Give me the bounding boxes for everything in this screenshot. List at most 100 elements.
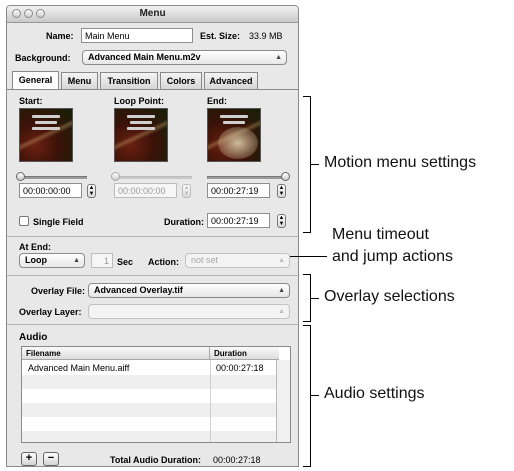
audio-file-table: Filename Duration Advanced Main Menu.aif… — [21, 346, 291, 443]
table-row[interactable]: Advanced Main Menu.aiff 00:00:27:18 — [22, 361, 277, 375]
empty-table-row — [22, 417, 277, 431]
at-end-popup[interactable]: Loop ▲▼ — [19, 253, 85, 268]
menu-item-graphic — [130, 121, 152, 124]
tab-transition[interactable]: Transition — [100, 72, 158, 89]
motion-callout-tick — [311, 164, 319, 165]
duration-stepper[interactable]: ▲ ▼ — [277, 214, 286, 228]
popup-arrows-icon: ▲▼ — [278, 287, 285, 294]
loop-slider-track[interactable] — [114, 176, 192, 179]
table-scrollbar[interactable] — [276, 360, 290, 442]
single-field-checkbox[interactable] — [19, 216, 29, 226]
end-frame-thumbnail — [207, 108, 261, 162]
menu-item-graphic — [32, 127, 60, 130]
name-field[interactable]: Main Menu — [81, 28, 193, 43]
loop-point-label: Loop Point: — [114, 96, 164, 106]
background-popup[interactable]: Advanced Main Menu.m2v ▲▼ — [82, 50, 287, 65]
tab-advanced[interactable]: Advanced — [204, 72, 258, 89]
add-audio-button[interactable]: + — [21, 452, 37, 466]
loop-timecode-stepper[interactable]: ▲ ▼ — [182, 184, 191, 198]
loop-timecode-field[interactable]: 00:00:00:00 — [114, 183, 177, 198]
single-field-label: Single Field — [33, 217, 84, 227]
menu-item-graphic — [32, 115, 60, 118]
duration-column-header[interactable]: Duration — [210, 347, 279, 360]
timeout-callout-line1: Menu timeout — [332, 226, 429, 243]
duration-field[interactable]: 00:00:27:19 — [207, 213, 270, 228]
audio-section-title: Audio — [19, 332, 48, 343]
audio-bracket — [303, 325, 311, 467]
seconds-label: Sec — [117, 257, 134, 267]
start-label: Start: — [19, 96, 43, 106]
overlay-layer-popup[interactable]: ▲▼ — [88, 304, 290, 319]
loop-point-frame-thumbnail — [114, 108, 168, 162]
start-frame-thumbnail — [19, 108, 73, 162]
empty-table-row — [22, 431, 277, 442]
start-slider-knob[interactable] — [16, 172, 25, 181]
end-timecode-stepper[interactable]: ▲ ▼ — [277, 184, 286, 198]
start-timecode-field[interactable]: 00:00:00:00 — [19, 183, 82, 198]
audio-filename-cell: Advanced Main Menu.aiff — [28, 363, 130, 373]
tab-colors[interactable]: Colors — [160, 72, 202, 89]
name-label: Name: — [46, 31, 74, 41]
empty-table-row — [22, 375, 277, 389]
audio-callout: Audio settings — [324, 385, 425, 402]
menu-item-graphic — [220, 115, 248, 118]
audio-duration-cell: 00:00:27:18 — [216, 363, 264, 373]
start-slider-track[interactable] — [19, 176, 87, 179]
end-slider-knob[interactable] — [281, 172, 290, 181]
remove-audio-button[interactable]: − — [43, 452, 59, 466]
menu-inspector-window: Menu Name: Main Menu Est. Size: 33.9 MB … — [6, 5, 299, 467]
tab-menu[interactable]: Menu — [61, 72, 98, 89]
audio-callout-tick — [311, 395, 319, 396]
section-divider — [7, 236, 298, 237]
fade-overlay-graphic — [218, 127, 258, 159]
total-audio-duration-label: Total Audio Duration: — [110, 455, 201, 465]
window-title: Menu — [139, 8, 166, 19]
at-end-popup-value: Loop — [25, 255, 47, 265]
tab-general[interactable]: General — [12, 71, 59, 89]
overlay-callout-tick — [311, 298, 319, 299]
action-label: Action: — [148, 257, 179, 267]
menu-item-graphic — [223, 121, 245, 124]
motion-bracket — [303, 96, 311, 233]
at-end-label: At End: — [19, 242, 51, 252]
est-size-label: Est. Size: — [200, 31, 241, 41]
action-popup-value: not set — [191, 255, 219, 265]
background-popup-value: Advanced Main Menu.m2v — [88, 52, 201, 62]
overlay-layer-label: Overlay Layer: — [19, 307, 82, 317]
timeout-callout-line2: and jump actions — [332, 248, 453, 265]
est-size-value: 33.9 MB — [249, 31, 283, 41]
overlay-file-popup-value: Advanced Overlay.tif — [94, 285, 183, 295]
total-audio-duration-value: 00:00:27:18 — [213, 455, 261, 465]
loop-slider-knob[interactable] — [111, 172, 120, 181]
overlay-file-popup[interactable]: Advanced Overlay.tif ▲▼ — [88, 283, 290, 298]
column-divider — [210, 360, 211, 442]
popup-arrows-icon: ▲▼ — [73, 257, 80, 264]
popup-arrows-icon: ▲▼ — [278, 257, 285, 264]
timeout-bracket — [296, 236, 300, 266]
section-divider — [7, 275, 298, 276]
menu-item-graphic — [35, 121, 57, 124]
menu-item-graphic — [127, 127, 155, 130]
duration-label: Duration: — [164, 217, 204, 227]
empty-table-row — [22, 403, 277, 417]
section-divider — [7, 324, 298, 325]
timeout-seconds-field[interactable]: 1 — [91, 253, 113, 268]
timeout-callout-line — [290, 256, 327, 257]
menu-item-graphic — [127, 115, 155, 118]
tab-divider — [7, 89, 298, 90]
action-popup[interactable]: not set ▲▼ — [185, 253, 290, 268]
filename-column-header[interactable]: Filename — [22, 347, 210, 360]
overlay-callout: Overlay selections — [324, 288, 455, 305]
overlay-file-label: Overlay File: — [31, 286, 86, 296]
end-slider-track[interactable] — [207, 176, 285, 179]
popup-arrows-icon: ▲▼ — [275, 54, 282, 61]
start-timecode-stepper[interactable]: ▲ ▼ — [87, 184, 96, 198]
end-timecode-field[interactable]: 00:00:27:19 — [207, 183, 270, 198]
empty-table-row — [22, 389, 277, 403]
title-bar: Menu — [7, 6, 298, 23]
background-label: Background: — [15, 53, 71, 63]
popup-arrows-icon: ▲▼ — [278, 308, 285, 315]
end-label: End: — [207, 96, 227, 106]
overlay-bracket — [303, 274, 311, 322]
motion-callout: Motion menu settings — [324, 154, 477, 171]
